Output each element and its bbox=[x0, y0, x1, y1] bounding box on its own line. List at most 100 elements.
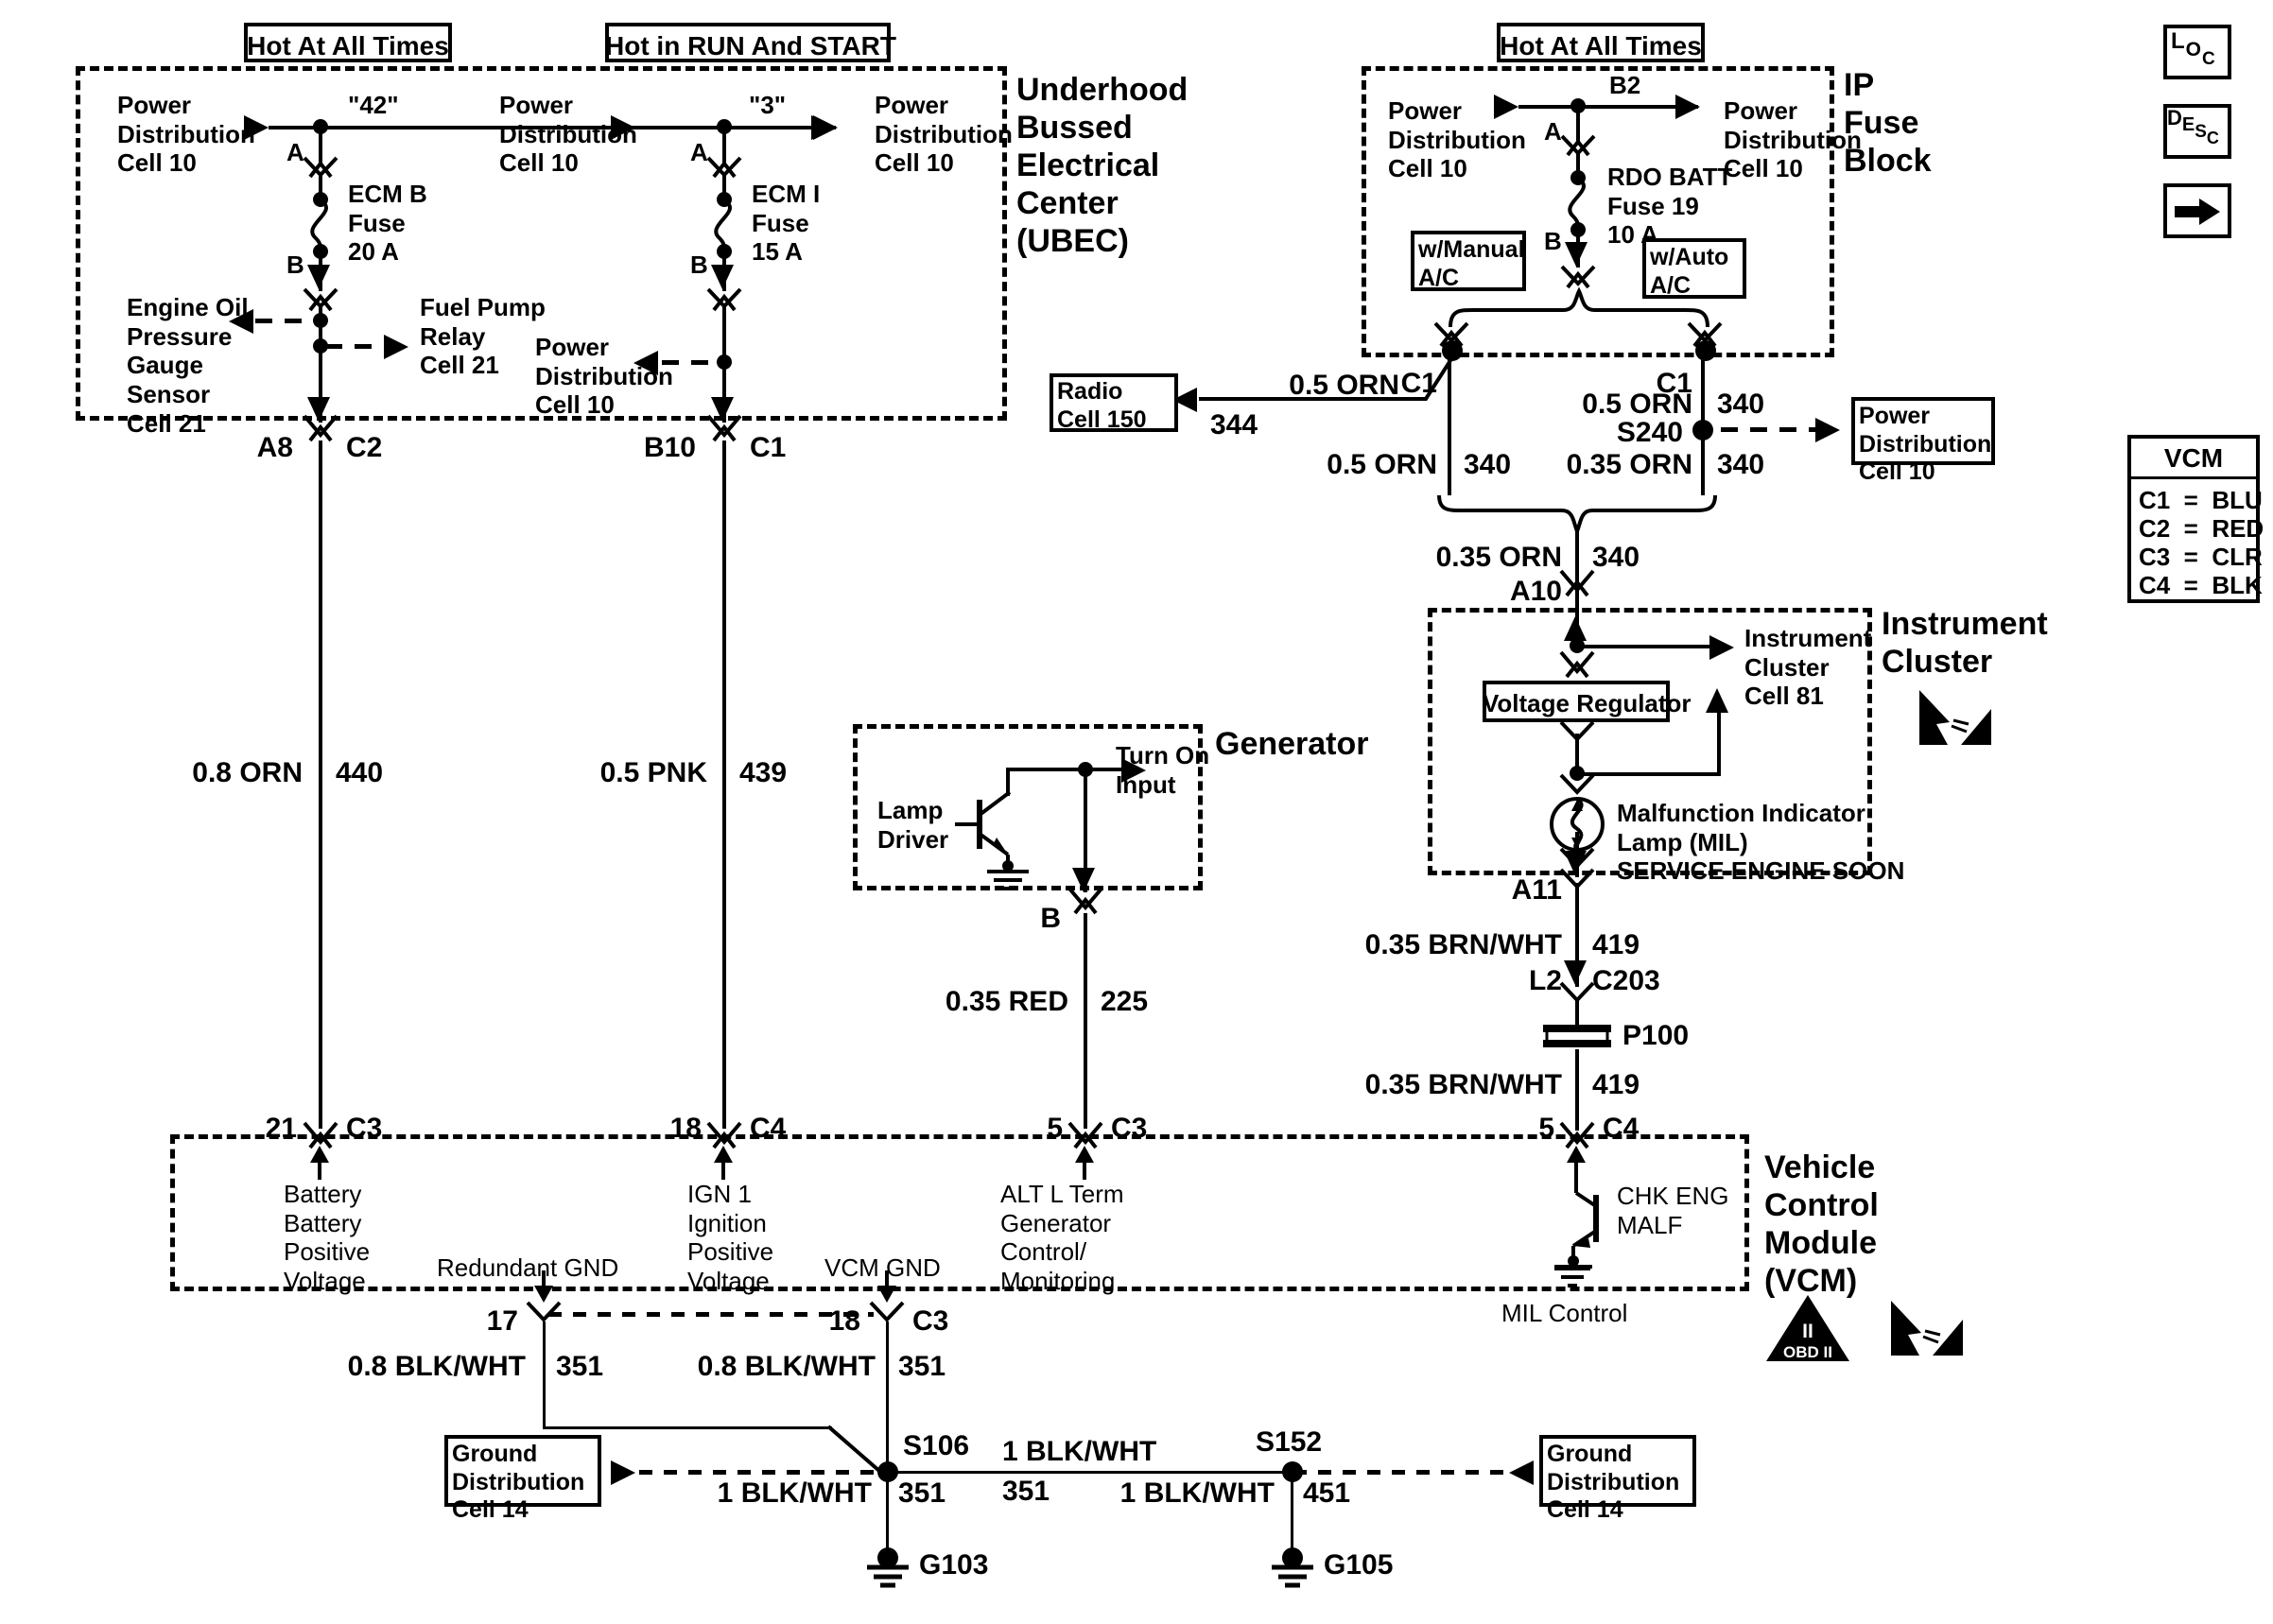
wire-419a-size: 0.35 BRN/WHT bbox=[1364, 929, 1562, 960]
wire-225-line bbox=[1084, 913, 1087, 1129]
ground-g105-label: G105 bbox=[1324, 1549, 1394, 1581]
terminal-c3-21: C3 bbox=[346, 1113, 383, 1144]
vcm-legend-title: VCM bbox=[2163, 443, 2224, 473]
terminal-b10: B10 bbox=[643, 432, 696, 463]
vcm-gnd-internal-dashed bbox=[548, 1312, 874, 1317]
wire-351d-num: 351 bbox=[898, 1477, 946, 1509]
wire-351b-size: 0.8 BLK/WHT bbox=[697, 1351, 876, 1382]
terminal-18: 18 bbox=[669, 1113, 702, 1144]
terminal-l2: L2 bbox=[1528, 965, 1562, 996]
wire-340d-size: 0.35 ORN bbox=[1435, 542, 1562, 573]
loc-icon: LOC bbox=[2171, 28, 2215, 69]
ipfb-bus-arrow-out bbox=[1675, 95, 1700, 119]
wire-340b-num: 340 bbox=[1717, 389, 1765, 420]
wire-440-num: 440 bbox=[336, 757, 384, 788]
p100-inline-connector-icon bbox=[1543, 1025, 1611, 1047]
vcm-pin5-arrow bbox=[1075, 1146, 1094, 1180]
vcm-mil-control-label: MIL Control bbox=[1501, 1299, 1628, 1327]
wire-351d-line bbox=[886, 1471, 889, 1558]
terminal-c2: C2 bbox=[346, 432, 383, 463]
wire-351a-size: 0.8 BLK/WHT bbox=[347, 1351, 526, 1382]
wire-340d-num: 340 bbox=[1592, 542, 1640, 573]
ipfb-pd-right-label: Power Distribution Cell 10 bbox=[1724, 96, 1862, 183]
vcm-legend-row-c3: C3 = CLR bbox=[2139, 543, 2263, 571]
module-generator-label: Generator bbox=[1215, 726, 1369, 762]
gd-left-arrow bbox=[611, 1460, 635, 1485]
wire-225-num: 225 bbox=[1101, 986, 1149, 1017]
splice-s240-dot bbox=[1692, 420, 1713, 441]
conn-a8-symbol bbox=[303, 414, 338, 442]
vcm-redundant-gnd-arrow bbox=[534, 1270, 553, 1303]
ubec-eop-dashed bbox=[255, 319, 320, 323]
wire-351a-line bbox=[543, 1322, 546, 1429]
terminal-c3-18: C3 bbox=[912, 1305, 949, 1337]
wire-351c-line bbox=[886, 1471, 1291, 1474]
badge-hot-in-run-and-start-label: Hot in RUN And START bbox=[605, 31, 896, 60]
vcm-chk-eng-label: CHK ENG MALF bbox=[1617, 1182, 1729, 1239]
terminal-c203: C203 bbox=[1592, 965, 1660, 996]
terminal-a8: A8 bbox=[256, 432, 293, 463]
desc-icon: DESC bbox=[2167, 106, 2219, 147]
conn-a10-symbol bbox=[1559, 569, 1595, 597]
ipfb-split-brace bbox=[1449, 286, 1709, 328]
wire-419a-num: 419 bbox=[1592, 929, 1640, 960]
wire-351a-diagonal bbox=[826, 1425, 881, 1473]
wire-439-num: 439 bbox=[739, 757, 788, 788]
vcm-legend-row-c1: C1 = BLU bbox=[2139, 486, 2263, 514]
wire-340a-size: 0.5 ORN bbox=[1327, 449, 1437, 480]
vcm-gnd-arrow bbox=[877, 1270, 896, 1303]
splice-s106-label: S106 bbox=[903, 1430, 970, 1461]
ic-cell81-line bbox=[1575, 645, 1711, 648]
ubec-fuse1-label: ECM B Fuse 20 A bbox=[348, 180, 427, 267]
ic-mil-feedback-h bbox=[1575, 772, 1721, 776]
wire-351a-elbow-h bbox=[543, 1426, 832, 1429]
wire-344-elbow bbox=[1407, 350, 1458, 401]
ipfb-bus-label: B2 bbox=[1609, 71, 1641, 99]
wire-351d-size: 1 BLK/WHT bbox=[717, 1477, 872, 1509]
ground-g103-label: G103 bbox=[919, 1549, 989, 1581]
wire-439-size: 0.5 PNK bbox=[599, 757, 707, 788]
wire-351c-num: 351 bbox=[1002, 1476, 1050, 1507]
ubec-bus2-label: "3" bbox=[749, 91, 787, 119]
terminal-c1-ubec: C1 bbox=[750, 432, 787, 463]
s240-dashed bbox=[1721, 427, 1815, 432]
module-vcm bbox=[170, 1134, 1749, 1291]
obd2-icon-label: II OBD II bbox=[1783, 1321, 1832, 1361]
ipfb-bus-line bbox=[1518, 105, 1698, 109]
ground-g103-icon bbox=[867, 1547, 909, 1588]
cell-pd-s240-label: Power Distribution Cell 10 bbox=[1859, 403, 1992, 485]
wire-419b-num: 419 bbox=[1592, 1069, 1640, 1100]
ubec-fuse2-term-top: A bbox=[690, 138, 708, 166]
ubec-fpr-arrow bbox=[384, 335, 408, 359]
generator-ground-icon bbox=[987, 860, 1029, 890]
ubec-fpr-label: Fuel Pump Relay Cell 21 bbox=[420, 293, 546, 380]
ipfb-fuse-conn-bot bbox=[1560, 265, 1596, 289]
wire-344-num: 344 bbox=[1210, 409, 1258, 441]
ubec-pd2-label: Power Distribution Cell 10 bbox=[535, 333, 673, 420]
wire-340c-size: 0.35 ORN bbox=[1566, 449, 1692, 480]
module-ubec-label: Underhood Bussed Electrical Center (UBEC… bbox=[1016, 72, 1189, 260]
ground-g105-icon bbox=[1272, 1547, 1313, 1588]
vcm-pin-battery-label: Battery Battery Positive Voltage bbox=[284, 1180, 371, 1296]
wire-340a-num: 340 bbox=[1464, 449, 1512, 480]
vcm-pin18-arrow bbox=[714, 1146, 733, 1180]
ubec-eop-label: Engine Oil Pressure Gauge Sensor Cell 21 bbox=[127, 293, 249, 438]
esd-warning-icon-cluster bbox=[1919, 690, 1991, 745]
ubec-fuse1-term-top: A bbox=[286, 138, 304, 166]
wire-451-num: 451 bbox=[1303, 1477, 1351, 1509]
module-vcm-label: Vehicle Control Module (VCM) bbox=[1764, 1149, 1879, 1300]
vcm-legend-row-c4: C4 = BLK bbox=[2139, 571, 2263, 599]
ubec-fuse1-term-bot: B bbox=[286, 251, 304, 279]
ubec-fuse2-term-bot: B bbox=[690, 251, 708, 279]
next-arrow-icon bbox=[2175, 199, 2220, 225]
badge-hot-at-all-times-right-label: Hot At All Times bbox=[1500, 31, 1702, 60]
cell-ground-distribution-left-label: Ground Distribution Cell 14 bbox=[452, 1441, 585, 1523]
splice-s152-label: S152 bbox=[1256, 1426, 1323, 1458]
vcm-legend-divider bbox=[2129, 476, 2258, 479]
terminal-5-alt: 5 bbox=[1047, 1113, 1063, 1144]
terminal-a10: A10 bbox=[1509, 576, 1562, 607]
ic-vr-conn-top bbox=[1559, 650, 1595, 679]
vcm-pin-alt-label: ALT L Term Generator Control/ Monitoring bbox=[1000, 1180, 1124, 1296]
terminal-c4-5: C4 bbox=[1603, 1113, 1640, 1144]
esd-warning-icon-vcm bbox=[1891, 1301, 1963, 1356]
